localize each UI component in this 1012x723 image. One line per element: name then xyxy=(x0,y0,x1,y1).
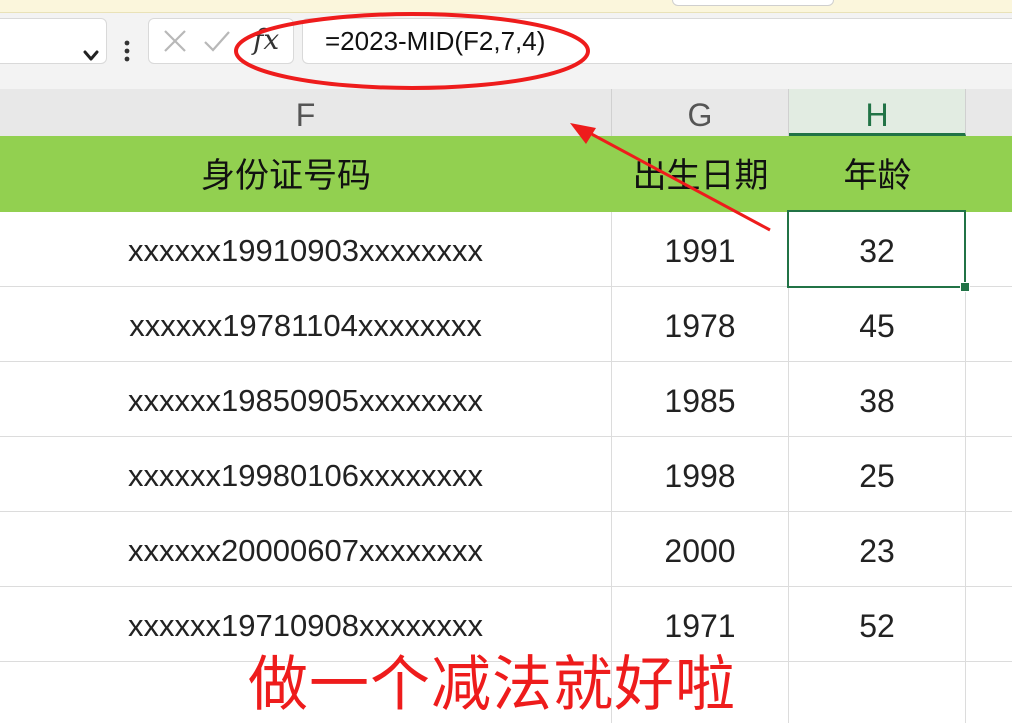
top-toolbar-strip xyxy=(0,0,1012,13)
cell-age[interactable]: 23 xyxy=(789,512,966,587)
cancel-icon[interactable] xyxy=(163,29,187,53)
cell-birth-year[interactable]: 2000 xyxy=(612,512,789,587)
table-header-row: 身份证号码 出生日期 年龄 xyxy=(0,136,1012,212)
column-header-g[interactable]: G xyxy=(612,89,789,136)
cell-id-number[interactable]: xxxxxx19910903xxxxxxxx xyxy=(0,212,612,287)
chevron-down-icon[interactable] xyxy=(82,49,100,63)
table-row: xxxxxx19850905xxxxxxxx 1985 38 xyxy=(0,362,1012,437)
header-birth-date[interactable]: 出生日期 xyxy=(612,136,789,212)
table-row: xxxxxx19980106xxxxxxxx 1998 25 xyxy=(0,437,1012,512)
cell-birth-year[interactable]: 1978 xyxy=(612,287,789,362)
cell-id-number[interactable]: xxxxxx20000607xxxxxxxx xyxy=(0,512,612,587)
table-row: xxxxxx19781104xxxxxxxx 1978 45 xyxy=(0,287,1012,362)
cell-id-number[interactable]: xxxxxx19980106xxxxxxxx xyxy=(0,437,612,512)
header-id-number[interactable]: 身份证号码 xyxy=(0,136,572,212)
column-header-next[interactable] xyxy=(966,89,1012,136)
annotation-caption: 做一个减法就好啦 xyxy=(248,650,736,720)
cell-birth-year[interactable]: 1985 xyxy=(612,362,789,437)
column-header-f[interactable]: F xyxy=(0,89,612,136)
cell-id-number[interactable]: xxxxxx19781104xxxxxxxx xyxy=(0,287,612,362)
formula-text: =2023-MID(F2,7,4) xyxy=(325,26,546,56)
header-age[interactable]: 年龄 xyxy=(789,136,966,212)
formula-tools: fx xyxy=(148,18,294,64)
confirm-check-icon[interactable] xyxy=(203,29,231,53)
cell-birth-year[interactable]: 1991 xyxy=(612,212,789,287)
cell-empty[interactable] xyxy=(789,662,966,723)
column-header-h[interactable]: H xyxy=(789,89,966,136)
formula-input[interactable]: =2023-MID(F2,7,4) xyxy=(302,18,1012,64)
name-box[interactable] xyxy=(0,18,107,64)
active-cell-selection xyxy=(787,210,966,288)
table-row: xxxxxx20000607xxxxxxxx 2000 23 xyxy=(0,512,1012,587)
cell-age[interactable]: 52 xyxy=(789,587,966,662)
fill-handle[interactable] xyxy=(960,282,970,292)
cell-age[interactable]: 38 xyxy=(789,362,966,437)
cell-id-number[interactable]: xxxxxx19850905xxxxxxxx xyxy=(0,362,612,437)
cell-birth-year[interactable]: 1998 xyxy=(612,437,789,512)
cell-age[interactable]: 25 xyxy=(789,437,966,512)
cell-age[interactable]: 45 xyxy=(789,287,966,362)
more-options-icon[interactable] xyxy=(122,40,132,64)
toolbar-button[interactable] xyxy=(672,0,834,6)
insert-function-icon[interactable]: fx xyxy=(253,23,279,56)
